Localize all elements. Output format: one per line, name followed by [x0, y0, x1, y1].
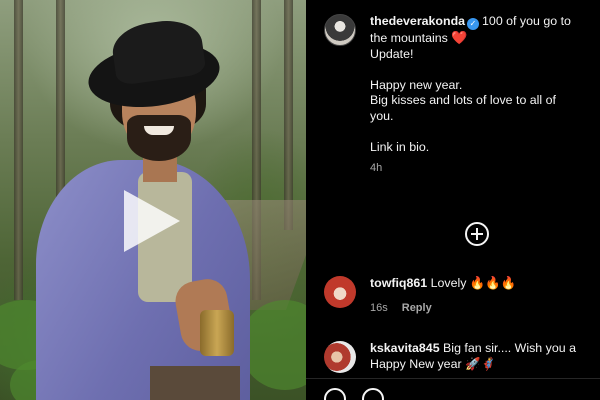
author-avatar[interactable]: [324, 14, 356, 46]
caption-line: Update!: [370, 46, 414, 61]
like-icon[interactable]: [324, 388, 346, 400]
verified-badge-icon: ✓: [467, 18, 480, 30]
post-details-panel: thedeverakonda ✓ 100 of you go to the moun…: [306, 0, 600, 400]
comment-item: towfiq861 Lovely 🔥🔥🔥 16s Reply: [324, 276, 600, 316]
comment-username[interactable]: kskavita845: [370, 341, 440, 355]
comment-body: kskavita845 Big fan sir.... Wish you a H…: [370, 341, 576, 373]
reply-button[interactable]: Reply: [402, 302, 432, 314]
comment-time: 16s: [370, 301, 388, 314]
caption-line: Happy new year.: [370, 77, 463, 92]
play-icon[interactable]: [118, 188, 184, 254]
comment-text: Lovely: [430, 276, 467, 290]
comment-username[interactable]: towfiq861: [370, 276, 427, 290]
caption-line: the mountains: [370, 31, 448, 45]
fire-emoji: 🔥🔥🔥: [469, 276, 517, 290]
comment-icon[interactable]: [362, 388, 384, 400]
caption-line: 100 of you go to: [482, 14, 571, 28]
author-username[interactable]: thedeverakonda: [370, 14, 465, 28]
comment-avatar[interactable]: [324, 276, 356, 308]
comment-avatar[interactable]: [324, 341, 356, 373]
pants: [150, 366, 240, 400]
comment-item: kskavita845 Big fan sir.... Wish you a H…: [324, 341, 600, 373]
comment-meta: 16s Reply: [370, 301, 516, 317]
bamboo-cup: [200, 310, 234, 356]
comment-body: towfiq861 Lovely 🔥🔥🔥 16s Reply: [370, 276, 516, 316]
post-video[interactable]: [0, 0, 306, 400]
heart-emoji: ❤️: [451, 30, 468, 45]
instagram-post-view: thedeverakonda ✓ 100 of you go to the moun…: [0, 0, 600, 400]
beard: [127, 115, 191, 161]
plus-circle-icon[interactable]: [465, 222, 489, 246]
caption-text: thedeverakonda ✓ 100 of you go to the moun…: [370, 14, 600, 177]
post-actions: [324, 388, 384, 400]
comment-text: Big fan sir.... Wish you a: [443, 341, 576, 355]
post-timestamp[interactable]: 4h: [370, 161, 600, 177]
smile: [144, 126, 174, 135]
caption-line: Big kisses and lots of love to all of: [370, 93, 556, 107]
comment-text: Happy New year: [370, 356, 462, 371]
caption-line: you.: [370, 108, 394, 123]
caption-line: Link in bio.: [370, 139, 430, 154]
divider: [306, 378, 600, 379]
caption: thedeverakonda ✓ 100 of you go to the moun…: [324, 14, 600, 177]
comment-emoji: 🚀🦸: [465, 356, 496, 371]
